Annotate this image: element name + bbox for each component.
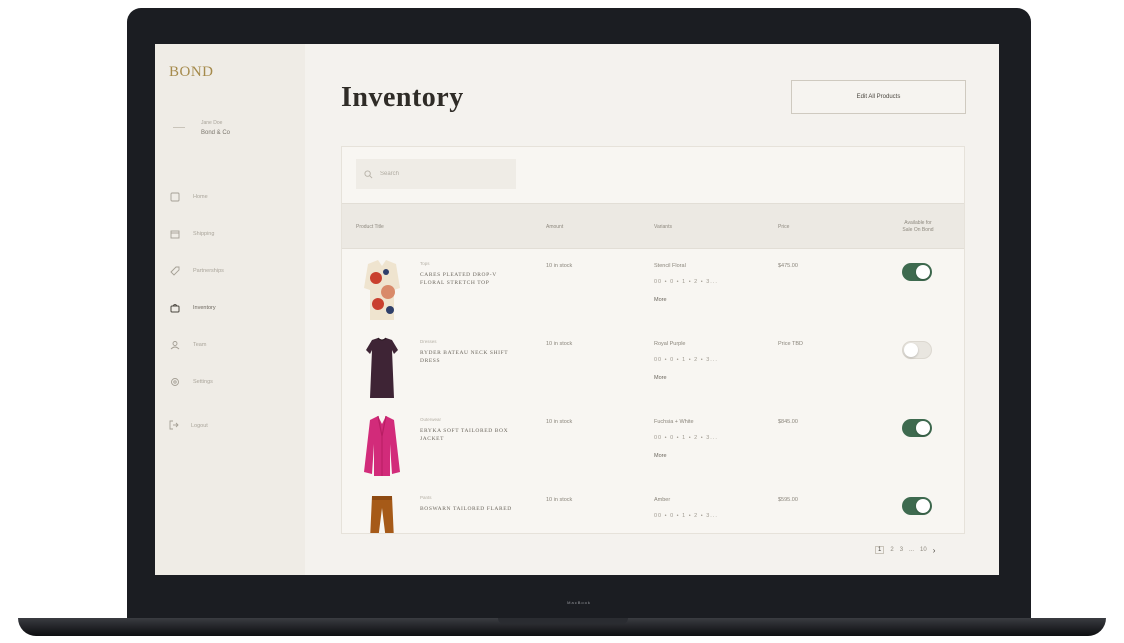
variant-name: Stencil Floral — [654, 263, 686, 269]
laptop-brand-label: MacBook — [567, 600, 591, 605]
page-ellipsis: ... — [909, 547, 915, 553]
page-link[interactable]: 3 — [900, 547, 903, 553]
next-page-icon[interactable]: › — [933, 546, 936, 555]
box-icon — [169, 228, 181, 240]
toggle-knob — [916, 265, 930, 279]
page-link[interactable]: 10 — [920, 547, 927, 553]
toggle-knob — [916, 421, 930, 435]
bag-icon — [169, 302, 181, 314]
available-toggle[interactable] — [902, 263, 932, 281]
sidebar-item-inventory[interactable]: Inventory — [169, 289, 299, 326]
stock-count: 10 in stock — [546, 497, 573, 503]
product-price: $475.00 — [778, 263, 798, 269]
sidebar-item-label: Inventory — [193, 304, 216, 311]
sidebar: BOND Jane Doe Bond & Co Home Shipping Pa… — [155, 44, 305, 575]
table-row[interactable]: Pants BOSWARN TAILORED FLARED 10 in stoc… — [342, 485, 964, 533]
search-icon — [364, 169, 374, 179]
sidebar-item-label: Partnerships — [193, 267, 224, 274]
column-header-title[interactable]: Product Title — [356, 204, 384, 250]
inventory-table: Product Title Amount Variants Price Avai… — [341, 146, 965, 534]
pagination: 1 2 3 ... 10 › — [875, 544, 941, 556]
toggle-knob — [904, 343, 918, 357]
amber-pants-image — [370, 496, 394, 533]
variant-sizes: 00 • 0 • 1 • 2 • 3... — [654, 435, 718, 441]
table-header: Product Title Amount Variants Price Avai… — [342, 203, 964, 250]
stock-count: 10 in stock — [546, 419, 573, 425]
column-header-available-line1: Available for — [904, 220, 932, 226]
app-screen: BOND Jane Doe Bond & Co Home Shipping Pa… — [155, 44, 999, 575]
column-header-available-line2: Sale On Bond — [902, 227, 934, 233]
more-variants-link[interactable]: More — [654, 375, 667, 381]
product-thumbnail[interactable] — [356, 335, 408, 401]
column-header-stock[interactable]: Amount — [546, 204, 563, 250]
variant-sizes: 00 • 0 • 1 • 2 • 3... — [654, 279, 718, 285]
product-title[interactable]: RYDER BATEAU NECK SHIFT DRESS — [420, 349, 520, 365]
sidebar-item-team[interactable]: Team — [169, 326, 299, 363]
sidebar-item-home[interactable]: Home — [169, 178, 299, 215]
product-type: Tops — [420, 261, 430, 266]
sidebar-nav: Home Shipping Partnerships Inventory Tea… — [169, 178, 299, 400]
available-toggle[interactable] — [902, 497, 932, 515]
user-name: Jane Doe — [201, 120, 223, 126]
column-header-available[interactable]: Available for Sale On Bond — [888, 204, 948, 250]
fuchsia-jacket-image — [364, 415, 400, 476]
toggle-knob — [916, 499, 930, 513]
page-link[interactable]: 2 — [890, 547, 893, 553]
floral-top-image — [364, 260, 400, 320]
variant-sizes: 00 • 0 • 1 • 2 • 3... — [654, 513, 718, 519]
product-title[interactable]: ERYKA SOFT TAILORED BOX JACKET — [420, 427, 520, 443]
logout-label: Logout — [191, 423, 208, 429]
product-price: Price TBD — [778, 341, 803, 347]
page-current[interactable]: 1 — [875, 546, 885, 554]
available-toggle[interactable] — [902, 419, 932, 437]
product-type: Dresses — [420, 339, 437, 344]
table-row[interactable]: Dresses RYDER BATEAU NECK SHIFT DRESS 10… — [342, 329, 964, 407]
more-variants-link[interactable]: More — [654, 453, 667, 459]
variant-sizes: 00 • 0 • 1 • 2 • 3... — [654, 357, 718, 363]
sidebar-item-label: Shipping — [193, 230, 215, 237]
user-icon — [169, 339, 181, 351]
sidebar-item-label: Home — [193, 193, 208, 200]
variant-name: Fuchsia + White — [654, 419, 694, 425]
column-header-price[interactable]: Price — [778, 204, 789, 250]
stock-count: 10 in stock — [546, 263, 573, 269]
product-title[interactable]: BOSWARN TAILORED FLARED — [420, 505, 520, 513]
edit-all-products-button[interactable]: Edit All Products — [791, 80, 966, 114]
search-input[interactable] — [380, 171, 510, 177]
logout-icon — [169, 420, 181, 432]
variant-name: Royal Purple — [654, 341, 686, 347]
product-type: Outerwear — [420, 417, 442, 422]
square-icon — [169, 191, 181, 203]
tag-icon — [169, 265, 181, 277]
avatar-placeholder — [173, 127, 185, 128]
store-name: Bond & Co — [201, 130, 231, 136]
page-title: Inventory — [341, 82, 464, 113]
sidebar-item-settings[interactable]: Settings — [169, 363, 299, 400]
sidebar-item-label: Settings — [193, 378, 213, 385]
laptop-notch — [498, 618, 628, 624]
product-price: $595.00 — [778, 497, 798, 503]
product-thumbnail[interactable] — [356, 413, 408, 479]
column-header-variants[interactable]: Variants — [654, 204, 672, 250]
more-variants-link[interactable]: More — [654, 297, 667, 303]
table-row[interactable]: Outerwear ERYKA SOFT TAILORED BOX JACKET… — [342, 407, 964, 485]
table-row[interactable]: Tops CARES PLEATED DROP-V FLORAL STRETCH… — [342, 251, 964, 329]
product-thumbnail[interactable] — [356, 257, 408, 323]
product-thumbnail[interactable] — [356, 491, 408, 533]
search-bar[interactable] — [356, 159, 516, 189]
stock-count: 10 in stock — [546, 341, 573, 347]
product-price: $845.00 — [778, 419, 798, 425]
sidebar-item-partnerships[interactable]: Partnerships — [169, 252, 299, 289]
product-type: Pants — [420, 495, 432, 500]
product-title[interactable]: CARES PLEATED DROP-V FLORAL STRETCH TOP — [420, 271, 520, 287]
logout-button[interactable]: Logout — [169, 416, 208, 436]
sidebar-item-label: Team — [193, 341, 207, 348]
purple-dress-image — [366, 337, 398, 398]
available-toggle[interactable] — [902, 341, 932, 359]
sidebar-item-shipping[interactable]: Shipping — [169, 215, 299, 252]
gear-icon — [169, 376, 181, 388]
variant-name: Amber — [654, 497, 671, 503]
brand-logo[interactable]: BOND — [169, 64, 214, 81]
